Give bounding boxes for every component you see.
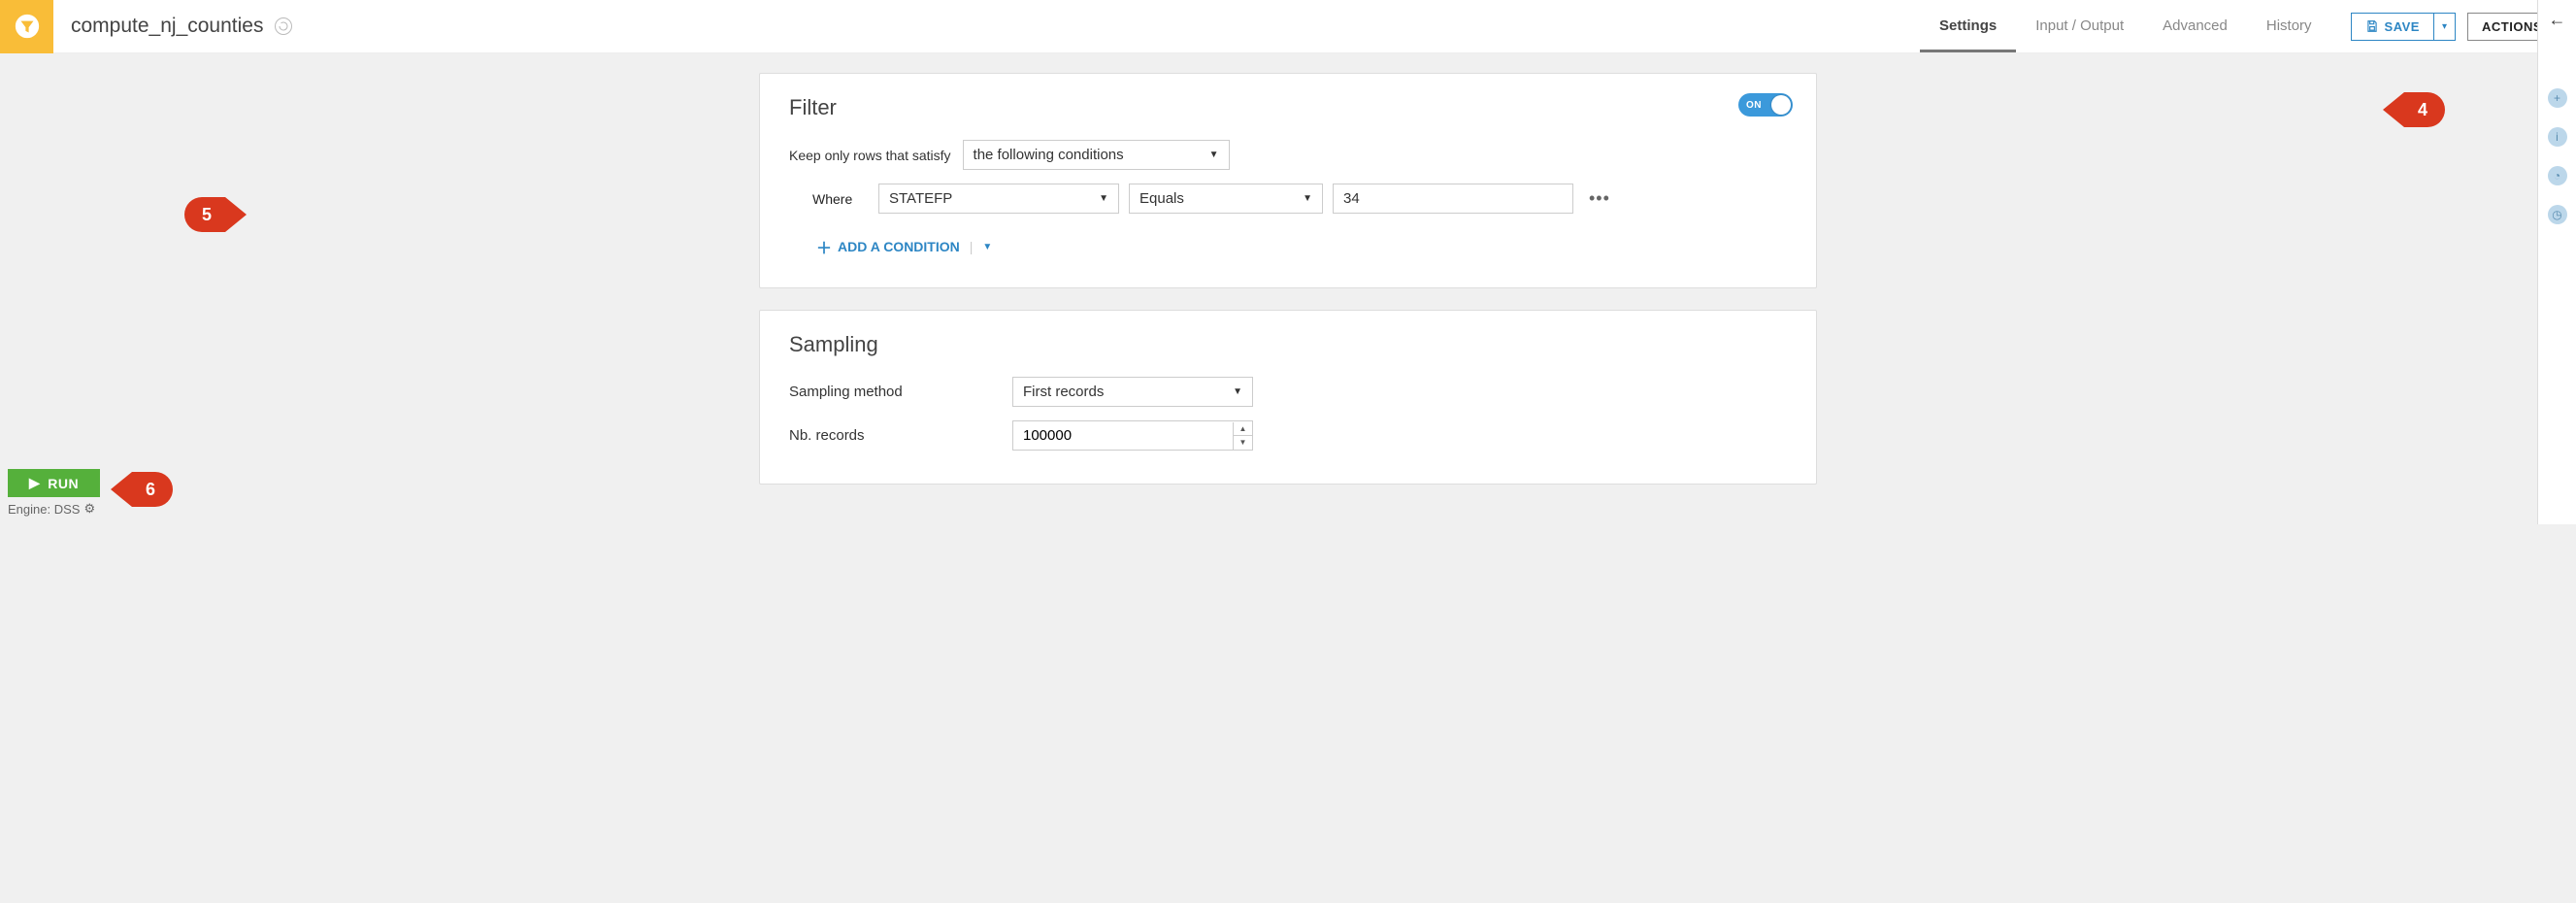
condition-operator-value: Equals bbox=[1139, 190, 1184, 207]
save-button[interactable]: SAVE bbox=[2351, 13, 2434, 41]
number-spinner: ▲ ▼ bbox=[1233, 422, 1252, 450]
sampling-method-value: First records bbox=[1023, 384, 1104, 400]
chevron-down-icon: ▼ bbox=[982, 242, 992, 252]
filter-recipe-icon bbox=[0, 0, 53, 53]
spinner-up-icon[interactable]: ▲ bbox=[1234, 422, 1252, 436]
callout-5-label: 5 bbox=[184, 197, 225, 232]
save-button-group: SAVE ▾ bbox=[2351, 13, 2456, 41]
chevron-down-icon: ▼ bbox=[1099, 193, 1108, 204]
condition-operator-select[interactable]: Equals ▼ bbox=[1129, 184, 1323, 214]
filter-panel: Filter ON Keep only rows that satisfy th… bbox=[759, 73, 1817, 288]
tab-history[interactable]: History bbox=[2247, 1, 2331, 52]
callout-6: 6 bbox=[111, 472, 173, 507]
add-condition-label: ADD A CONDITION bbox=[838, 239, 960, 254]
filter-toggle-label: ON bbox=[1746, 100, 1762, 111]
run-button-label: RUN bbox=[48, 476, 79, 491]
tab-settings[interactable]: Settings bbox=[1920, 1, 2016, 52]
callout-5: 5 bbox=[184, 197, 247, 232]
engine-label[interactable]: Engine: DSS ⚙ bbox=[8, 501, 100, 517]
filter-panel-title: Filter bbox=[789, 95, 1787, 120]
keep-rows-label: Keep only rows that satisfy bbox=[789, 148, 951, 163]
nb-records-value[interactable] bbox=[1013, 421, 1233, 450]
chevron-down-icon: ▼ bbox=[1303, 193, 1312, 204]
spinner-down-icon[interactable]: ▼ bbox=[1234, 436, 1252, 450]
save-button-label: SAVE bbox=[2385, 19, 2420, 34]
right-rail: ← + i ◔ ◷ bbox=[2537, 0, 2576, 524]
divider: | bbox=[970, 239, 974, 254]
callout-4: 4 bbox=[2383, 92, 2445, 127]
engine-label-text: Engine: DSS bbox=[8, 502, 80, 517]
condition-column-select[interactable]: STATEFP ▼ bbox=[878, 184, 1119, 214]
sampling-method-select[interactable]: First records ▼ bbox=[1012, 377, 1253, 407]
condition-row: Where STATEFP ▼ Equals ▼ 34 ••• bbox=[812, 184, 1787, 214]
filter-toggle[interactable]: ON bbox=[1738, 93, 1793, 117]
condition-column-value: STATEFP bbox=[889, 190, 952, 207]
refresh-icon[interactable] bbox=[275, 17, 292, 35]
run-button[interactable]: ▶ RUN bbox=[8, 469, 100, 497]
rail-info-icon[interactable]: i bbox=[2548, 127, 2567, 147]
chevron-down-icon: ▾ bbox=[2442, 21, 2447, 32]
condition-value-input[interactable]: 34 bbox=[1333, 184, 1573, 214]
condition-value-text: 34 bbox=[1343, 190, 1360, 207]
add-condition-button[interactable]: ＋ ADD A CONDITION | ▼ bbox=[816, 235, 1787, 258]
plus-icon: ＋ bbox=[816, 235, 832, 258]
where-label: Where bbox=[812, 191, 859, 207]
play-icon: ▶ bbox=[29, 475, 40, 491]
callout-4-label: 4 bbox=[2404, 92, 2445, 127]
tab-advanced[interactable]: Advanced bbox=[2143, 1, 2247, 52]
nb-records-input[interactable]: ▲ ▼ bbox=[1012, 420, 1253, 451]
sampling-method-label: Sampling method bbox=[789, 384, 1012, 400]
back-arrow-icon[interactable]: ← bbox=[2549, 10, 2566, 30]
rail-clock-icon[interactable]: ◷ bbox=[2548, 205, 2567, 224]
tab-bar: Settings Input / Output Advanced History bbox=[1920, 1, 2330, 52]
toggle-knob bbox=[1771, 95, 1791, 115]
callout-6-label: 6 bbox=[132, 472, 173, 507]
sampling-panel-title: Sampling bbox=[789, 332, 1787, 357]
sampling-panel: Sampling Sampling method First records ▼… bbox=[759, 310, 1817, 485]
save-dropdown-button[interactable]: ▾ bbox=[2434, 13, 2456, 41]
rail-comment-icon[interactable]: ◔ bbox=[2548, 166, 2567, 185]
recipe-title: compute_nj_counties bbox=[71, 15, 263, 38]
condition-more-icon[interactable]: ••• bbox=[1589, 188, 1610, 209]
satisfy-mode-select[interactable]: the following conditions ▼ bbox=[963, 140, 1230, 170]
header-bar: compute_nj_counties Settings Input / Out… bbox=[0, 0, 2576, 53]
run-footer: ▶ RUN Engine: DSS ⚙ bbox=[8, 469, 100, 517]
save-icon bbox=[2365, 19, 2379, 33]
satisfy-mode-value: the following conditions bbox=[974, 147, 1124, 163]
tab-io[interactable]: Input / Output bbox=[2016, 1, 2143, 52]
rail-add-icon[interactable]: + bbox=[2548, 88, 2567, 108]
gear-icon: ⚙ bbox=[83, 501, 95, 517]
nb-records-label: Nb. records bbox=[789, 427, 1012, 444]
chevron-down-icon: ▼ bbox=[1233, 386, 1242, 397]
chevron-down-icon: ▼ bbox=[1209, 150, 1219, 160]
